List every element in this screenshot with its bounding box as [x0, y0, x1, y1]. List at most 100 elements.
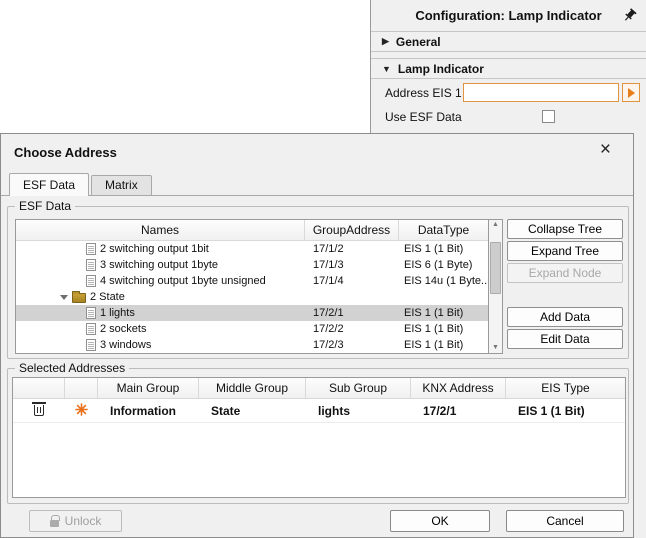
cancel-button[interactable]: Cancel: [506, 510, 624, 532]
use-esf-data-checkbox[interactable]: [542, 110, 555, 123]
column-header-datatype[interactable]: DataType: [399, 220, 488, 240]
cell-group-address: 17/1/3: [305, 257, 399, 273]
scroll-down-icon[interactable]: ▼: [489, 343, 502, 353]
esf-data-tree: Names GroupAddress DataType 2 switching …: [15, 219, 489, 354]
section-header-lamp-indicator[interactable]: ▼ Lamp Indicator: [371, 58, 646, 79]
document-icon: [86, 243, 96, 255]
ok-button[interactable]: OK: [390, 510, 490, 532]
lock-icon: [50, 520, 59, 527]
address-eis1-label: Address EIS 1: [385, 83, 462, 103]
esf-data-group-label: ESF Data: [15, 199, 75, 213]
tree-scrollbar[interactable]: ▲ ▼: [488, 219, 503, 354]
section-general-label: General: [396, 35, 441, 49]
indent-spacer: [16, 249, 86, 250]
cell-data-type: EIS 6 (1 Byte): [399, 257, 488, 273]
expander-down-icon[interactable]: [60, 295, 68, 300]
pushpin-icon[interactable]: [622, 8, 637, 23]
selected-col-header-middle-group[interactable]: Middle Group: [199, 378, 306, 398]
tree-row-item[interactable]: 3 switching output 1byte 17/1/3EIS 6 (1 B…: [16, 257, 488, 273]
tree-item-name: 2 switching output 1bit: [100, 243, 209, 255]
tab-bar: ESF Data Matrix: [1, 173, 633, 196]
tree-row-item[interactable]: 4 switching output 1byte unsigned17/1/4E…: [16, 273, 488, 289]
document-icon: [86, 323, 96, 335]
cell-delete: [13, 399, 65, 423]
cell-main-group: Information: [98, 399, 199, 423]
expand-tree-button[interactable]: Expand Tree: [507, 241, 623, 261]
config-panel-titlebar: Configuration: Lamp Indicator: [371, 0, 646, 31]
tree-row-item[interactable]: 3 windows17/2/3EIS 1 (1 Bit): [16, 337, 488, 353]
tab-matrix[interactable]: Matrix: [91, 175, 152, 195]
indent-spacer: [16, 345, 86, 346]
document-icon: [86, 307, 96, 319]
scroll-up-icon[interactable]: ▲: [489, 220, 502, 230]
tree-item-name: 1 lights: [100, 307, 135, 319]
cell-type-icon: [65, 399, 98, 423]
selected-col-header-icon-0[interactable]: [13, 378, 65, 398]
cell-group-address: 17/2/2: [305, 321, 399, 337]
selected-col-header-sub-group[interactable]: Sub Group: [306, 378, 411, 398]
cell-middle-group: State: [199, 399, 306, 423]
cell-group-address: 17/2/3: [305, 337, 399, 353]
tree-row-item[interactable]: 1 lights17/2/1EIS 1 (1 Bit): [16, 305, 488, 321]
trash-icon[interactable]: [34, 405, 44, 416]
tree-header: Names GroupAddress DataType: [16, 220, 488, 241]
tree-row-item[interactable]: 2 switching output 1bit 17/1/2EIS 1 (1 Bi…: [16, 241, 488, 257]
cell-group-address: 17/1/2: [305, 241, 399, 257]
address-eis1-input[interactable]: [463, 83, 619, 102]
selected-addresses-table: Main GroupMiddle GroupSub GroupKNX Addre…: [12, 377, 626, 498]
pushpin-icon-glyph: [622, 8, 637, 23]
cell-name: 2 sockets: [16, 321, 305, 337]
cell-group-address: 17/1/4: [305, 273, 399, 289]
indent-spacer: [16, 281, 86, 282]
expand-node-button[interactable]: Expand Node: [507, 263, 623, 283]
chevron-right-icon: ▶: [382, 36, 389, 47]
unlock-button[interactable]: Unlock: [29, 510, 122, 532]
selected-addresses-group-label: Selected Addresses: [15, 361, 129, 375]
tree-item-name: 2 sockets: [100, 323, 146, 335]
edit-data-button[interactable]: Edit Data: [507, 329, 623, 349]
selected-col-header-icon-1[interactable]: [65, 378, 98, 398]
section-header-general[interactable]: ▶ General: [371, 31, 646, 52]
cell-name: 2 State: [16, 289, 305, 305]
cell-name: 4 switching output 1byte unsigned: [16, 273, 305, 289]
use-esf-data-row: Use ESF Data: [371, 107, 646, 127]
dialog-title: Choose Address: [14, 145, 117, 160]
cell-data-type: EIS 14u (1 Byte...: [399, 273, 488, 289]
esf-data-groupbox: ESF Data Names GroupAddress DataType 2 s…: [7, 206, 629, 359]
arrow-right-icon: [628, 88, 635, 98]
indent-spacer: [16, 313, 86, 314]
cell-data-type: EIS 1 (1 Bit): [399, 305, 488, 321]
cell-name: 3 windows: [16, 337, 305, 353]
column-header-names[interactable]: Names: [16, 220, 305, 240]
scrollbar-thumb[interactable]: [490, 242, 501, 294]
tree-row-item[interactable]: 2 sockets 17/2/2EIS 1 (1 Bit): [16, 321, 488, 337]
selected-address-row[interactable]: InformationStatelights17/2/1EIS 1 (1 Bit…: [13, 399, 625, 423]
tree-row-folder[interactable]: 2 State: [16, 289, 488, 305]
cell-data-type: EIS 1 (1 Bit): [399, 241, 488, 257]
selected-addresses-groupbox: Selected Addresses Main GroupMiddle Grou…: [7, 368, 629, 504]
close-icon[interactable]: ×: [600, 139, 611, 161]
choose-address-dialog: Choose Address × ESF Data Matrix ESF Dat…: [0, 133, 634, 538]
tree-item-name: 3 switching output 1byte: [100, 259, 218, 271]
folder-icon: [72, 293, 86, 303]
tree-item-name: 3 windows: [100, 339, 151, 351]
config-panel-title: Configuration: Lamp Indicator: [415, 8, 601, 23]
tab-esf-data[interactable]: ESF Data: [9, 173, 89, 196]
document-icon: [86, 259, 96, 271]
cell-data-type: EIS 1 (1 Bit): [399, 321, 488, 337]
cell-sub-group: lights: [306, 399, 411, 423]
chevron-down-icon: ▼: [382, 64, 391, 74]
indent-spacer: [16, 265, 86, 266]
add-data-button[interactable]: Add Data: [507, 307, 623, 327]
cell-name: 3 switching output 1byte: [16, 257, 305, 273]
cell-eis-type: EIS 1 (1 Bit): [506, 399, 625, 423]
cell-knx-address: 17/2/1: [411, 399, 506, 423]
address-picker-button[interactable]: [622, 83, 640, 102]
selected-col-header-main-group[interactable]: Main Group: [98, 378, 199, 398]
indent-spacer: [16, 297, 60, 298]
selected-col-header-knx-address[interactable]: KNX Address: [411, 378, 506, 398]
cell-name: 1 lights: [16, 305, 305, 321]
column-header-groupaddress[interactable]: GroupAddress: [305, 220, 399, 240]
collapse-tree-button[interactable]: Collapse Tree: [507, 219, 623, 239]
selected-col-header-eis-type[interactable]: EIS Type: [506, 378, 625, 398]
